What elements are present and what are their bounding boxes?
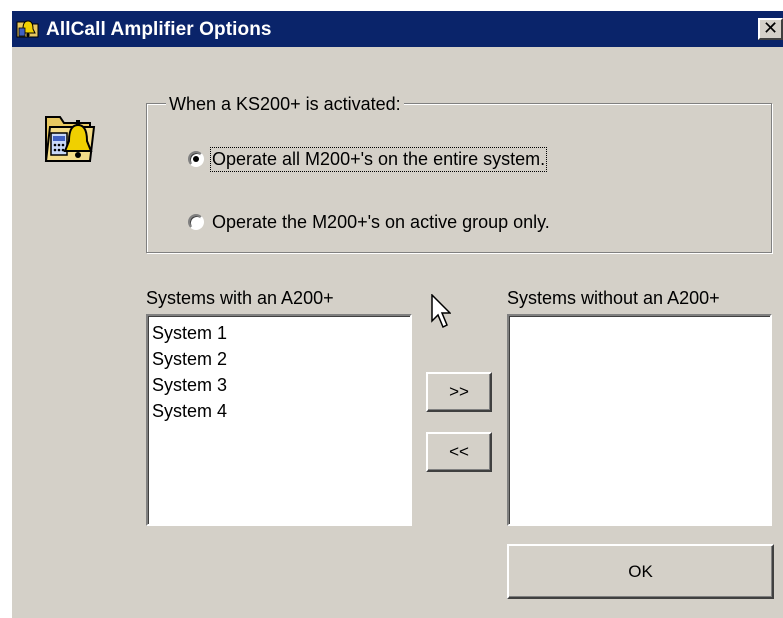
radio-button-unselected[interactable] xyxy=(188,214,204,230)
list-item[interactable]: System 3 xyxy=(152,372,406,398)
systems-with-label: Systems with an A200+ xyxy=(146,288,334,308)
radio-option-active-group[interactable]: Operate the M200+'s on active group only… xyxy=(188,210,550,234)
activation-group-legend: When a KS200+ is activated: xyxy=(166,94,404,114)
systems-without-listbox[interactable] xyxy=(507,314,772,526)
radio-option-label: Operate all M200+'s on the entire system… xyxy=(209,146,548,172)
radio-option-label: Operate the M200+'s on active group only… xyxy=(212,211,550,232)
move-right-button[interactable]: >> xyxy=(426,372,492,412)
ok-button[interactable]: OK xyxy=(507,544,774,599)
folder-bell-icon xyxy=(44,116,96,162)
allcall-app-icon xyxy=(16,20,39,38)
window-title: AllCall Amplifier Options xyxy=(46,19,272,40)
move-left-button[interactable]: << xyxy=(426,432,492,472)
mouse-cursor-icon xyxy=(431,294,451,329)
systems-without-label: Systems without an A200+ xyxy=(507,288,720,308)
list-item[interactable]: System 4 xyxy=(152,398,406,424)
title-bar[interactable]: AllCall Amplifier Options ✕ xyxy=(12,11,783,47)
list-item[interactable]: System 2 xyxy=(152,346,406,372)
radio-button-selected[interactable] xyxy=(188,151,204,167)
allcall-amplifier-options-dialog: AllCall Amplifier Options ✕ When a KS200… xyxy=(10,9,783,618)
list-item[interactable]: System 1 xyxy=(152,320,406,346)
radio-option-entire-system[interactable]: Operate all M200+'s on the entire system… xyxy=(188,146,548,172)
close-button[interactable]: ✕ xyxy=(758,18,783,40)
systems-with-listbox[interactable]: System 1 System 2 System 3 System 4 xyxy=(146,314,412,526)
close-icon: ✕ xyxy=(762,18,779,38)
